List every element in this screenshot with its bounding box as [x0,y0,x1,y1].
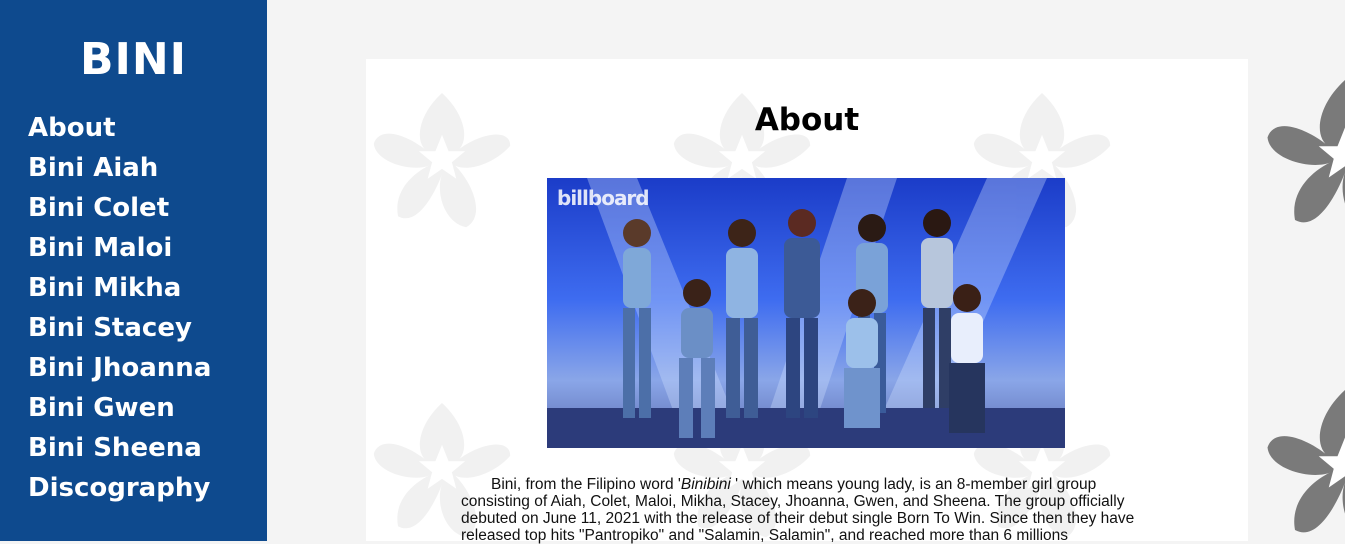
sidebar: BINI About Bini Aiah Bini Colet Bini Mal… [0,0,267,541]
page-title: About [366,102,1248,138]
site-logo[interactable]: BINI [0,0,267,86]
flower-icon [1268,390,1345,541]
nav-item-bini-stacey[interactable]: Bini Stacey [28,308,211,348]
paragraph-text: Bini, from the Filipino word ' [491,476,681,493]
nav-item-bini-maloi[interactable]: Bini Maloi [28,228,211,268]
group-photo: billboard [547,178,1065,448]
photo-watermark: billboard [557,186,649,210]
nav-item-bini-aiah[interactable]: Bini Aiah [28,148,211,188]
nav-item-bini-mikha[interactable]: Bini Mikha [28,268,211,308]
group-photo-illustration [547,178,1065,448]
nav-item-bini-colet[interactable]: Bini Colet [28,188,211,228]
paragraph-emphasis: Binibini [681,476,731,493]
nav-item-bini-gwen[interactable]: Bini Gwen [28,388,211,428]
sidebar-nav: About Bini Aiah Bini Colet Bini Maloi Bi… [28,108,211,508]
about-paragraph: Bini, from the Filipino word 'Binibini '… [461,476,1151,544]
nav-item-discography[interactable]: Discography [28,468,211,508]
nav-item-bini-sheena[interactable]: Bini Sheena [28,428,211,468]
nav-item-about[interactable]: About [28,108,211,148]
nav-item-bini-jhoanna[interactable]: Bini Jhoanna [28,348,211,388]
flower-icon [1268,80,1345,233]
